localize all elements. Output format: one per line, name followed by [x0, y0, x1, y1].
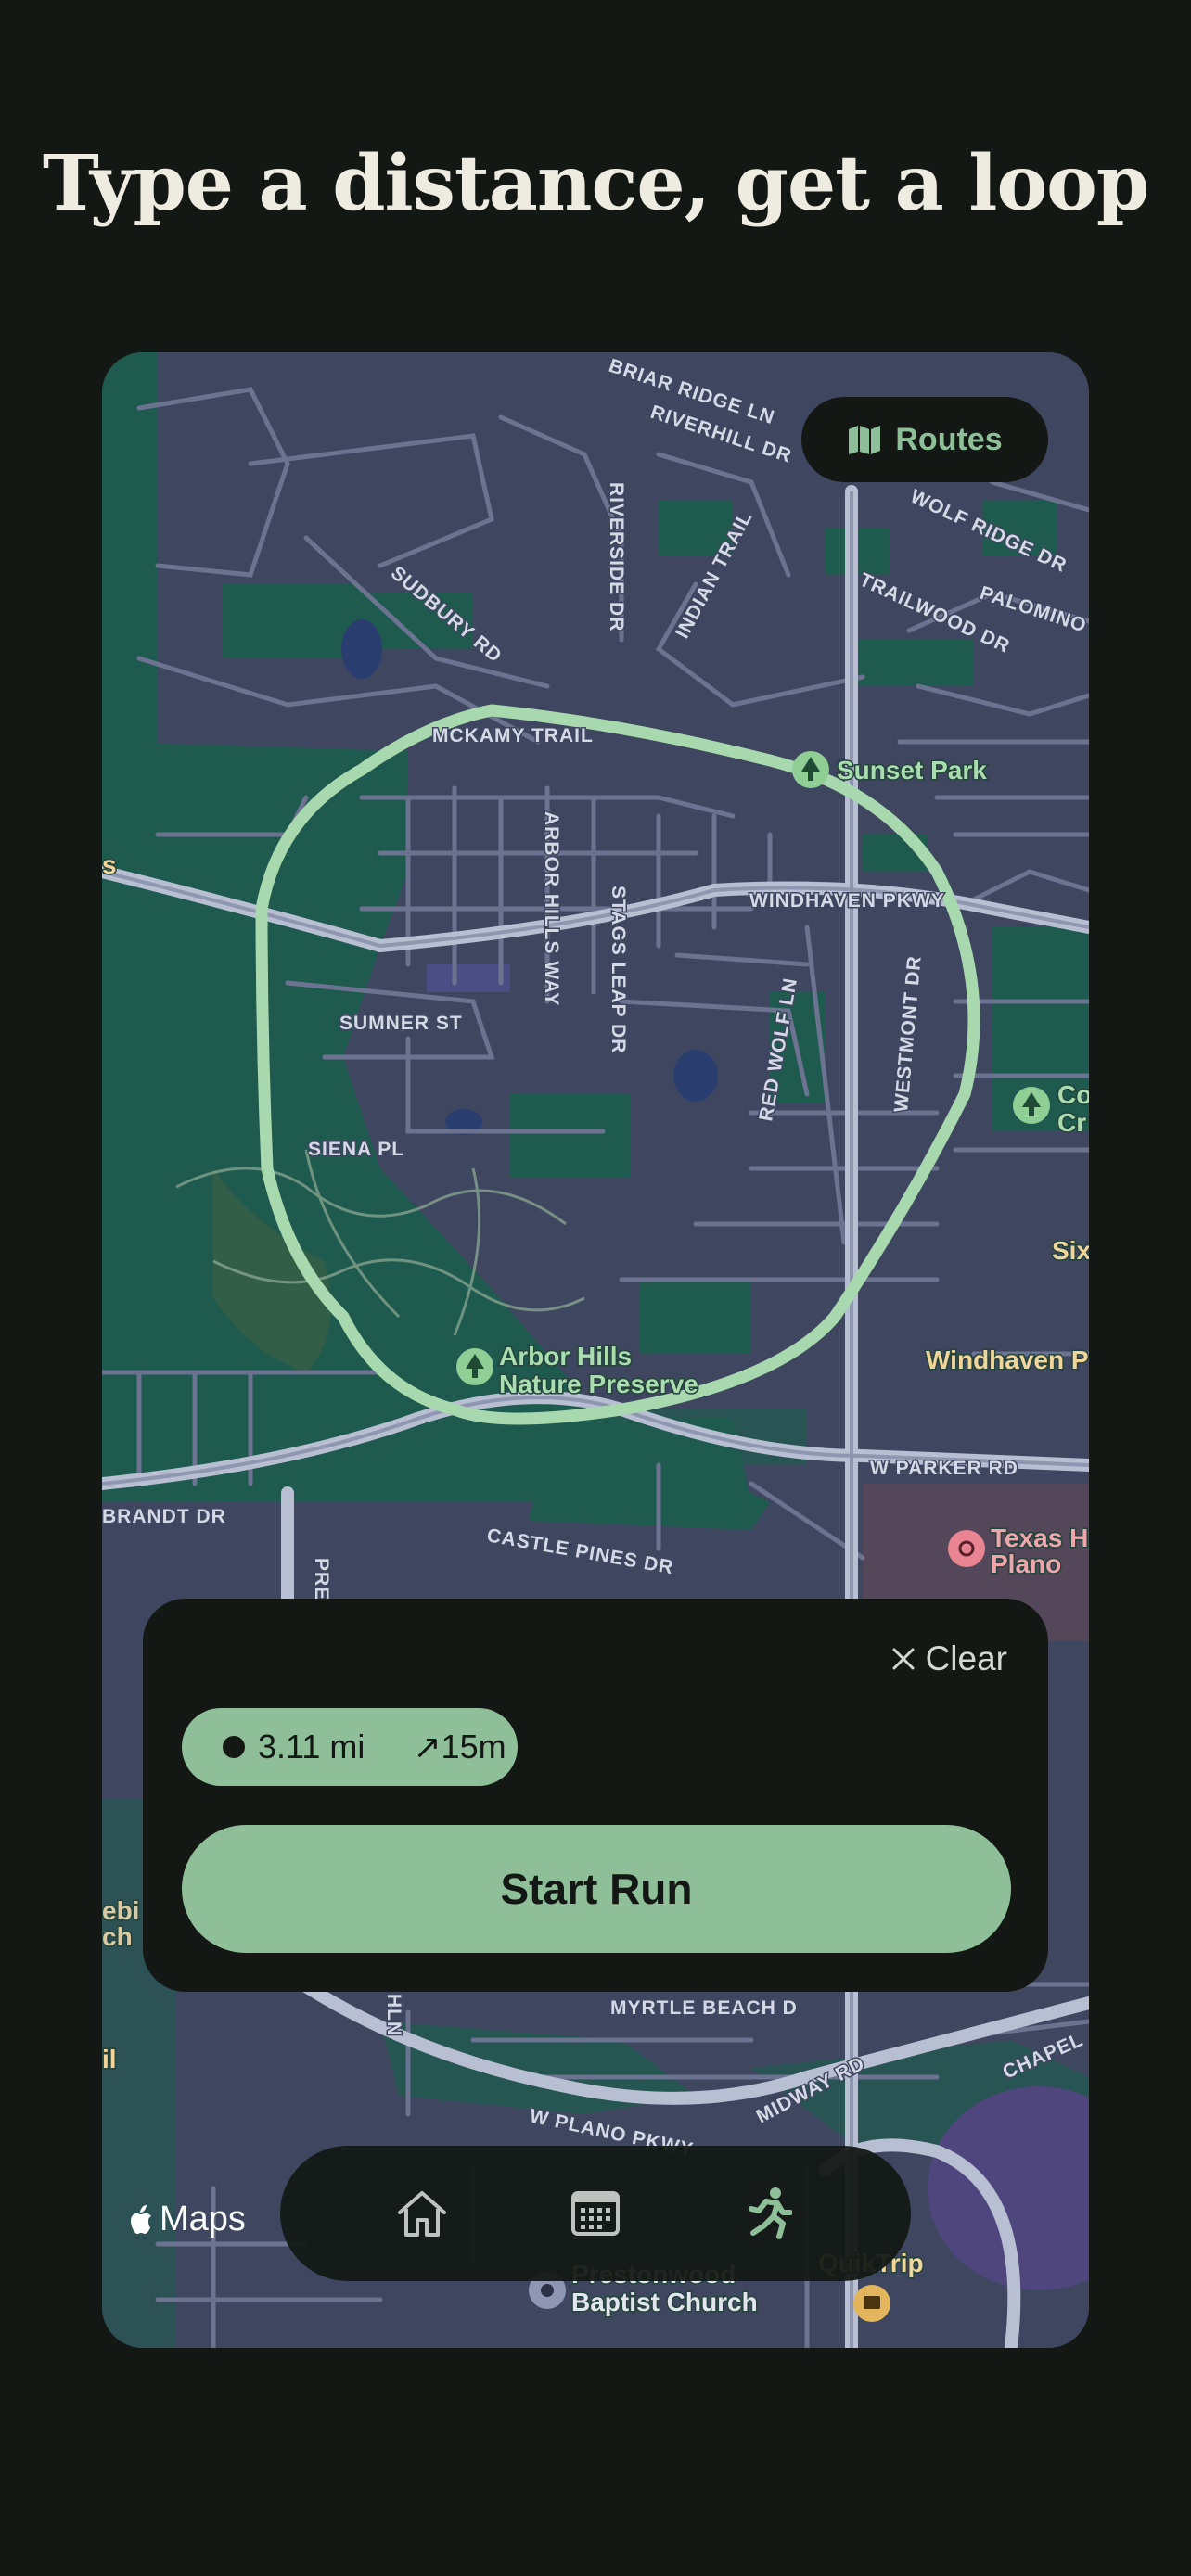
poi-label: Texas H	[991, 1524, 1088, 1552]
distance-dot-icon	[223, 1736, 245, 1758]
run-panel: Clear 3.11 mi ↗15m Start Run	[143, 1599, 1048, 1992]
map-view[interactable]: BRIAR RIDGE LN RIVERHILL DR SUDBURY RD R…	[102, 352, 1089, 2348]
street-label: RIVERSIDE DR	[606, 482, 627, 631]
poi-label: Six	[1052, 1236, 1089, 1265]
tab-calendar[interactable]	[558, 2176, 633, 2251]
street-label: ARBOR HILLS WAY	[541, 811, 562, 1006]
poi-label: Windhaven P	[926, 1345, 1089, 1374]
clear-button[interactable]: Clear	[890, 1639, 1007, 1678]
headline: Type a distance, get a loop	[42, 139, 1149, 228]
route-elevation: ↗15m	[413, 1728, 506, 1766]
routes-button[interactable]: Routes	[801, 397, 1048, 482]
tab-bar	[280, 2146, 911, 2281]
poi-label: ch	[102, 1922, 133, 1951]
poi-label: Arbor Hills	[499, 1342, 632, 1371]
home-icon	[398, 2191, 447, 2237]
map-screen: BRIAR RIDGE LN RIVERHILL DR SUDBURY RD R…	[102, 352, 1089, 2348]
poi-label: Sunset Park	[837, 756, 987, 784]
maps-attribution-label: Maps	[160, 2200, 246, 2238]
tab-run[interactable]	[732, 2176, 806, 2251]
church-icon	[541, 2284, 554, 2297]
poi-label: s	[102, 850, 117, 879]
tab-home[interactable]	[385, 2176, 459, 2251]
street-label: BRANDT DR	[102, 1506, 226, 1527]
store-icon	[864, 2296, 880, 2309]
route-distance: 3.11 mi	[258, 1728, 365, 1766]
poi-label: Cr	[1057, 1108, 1086, 1137]
clear-button-label: Clear	[925, 1639, 1007, 1677]
street-label: SIENA PL	[308, 1139, 404, 1160]
street-label: HLN	[383, 1994, 404, 2036]
street-label: SUMNER ST	[339, 1013, 463, 1034]
street-label: MCKAMY TRAIL	[432, 725, 594, 746]
maps-attribution[interactable]: Maps	[128, 2200, 246, 2239]
calendar-icon	[570, 2191, 620, 2236]
routes-button-label: Routes	[895, 421, 1003, 457]
start-run-button[interactable]: Start Run	[182, 1825, 1011, 1953]
poi-label: il	[102, 2045, 117, 2073]
street-label: MYRTLE BEACH D	[610, 1997, 798, 2019]
apple-logo-icon	[131, 2204, 151, 2234]
poi-label: Co	[1057, 1080, 1089, 1109]
street-label: WINDHAVEN PKWY	[749, 890, 945, 912]
street-label: STAGS LEAP DR	[608, 886, 629, 1053]
runner-icon	[748, 2187, 792, 2239]
poi-sunset-park[interactable]: Sunset Park	[792, 751, 989, 788]
poi-label: Nature Preserve	[499, 1370, 698, 1398]
street-label: W PARKER RD	[870, 1458, 1018, 1479]
map-icon	[849, 426, 881, 454]
poi-label: Plano	[991, 1549, 1061, 1578]
poi-label: ebi	[102, 1896, 139, 1925]
route-stats-pill: 3.11 mi ↗15m	[182, 1708, 518, 1786]
poi-label: Baptist Church	[571, 2288, 758, 2316]
street-label: PRE	[311, 1558, 332, 1600]
close-icon	[892, 1648, 915, 1670]
